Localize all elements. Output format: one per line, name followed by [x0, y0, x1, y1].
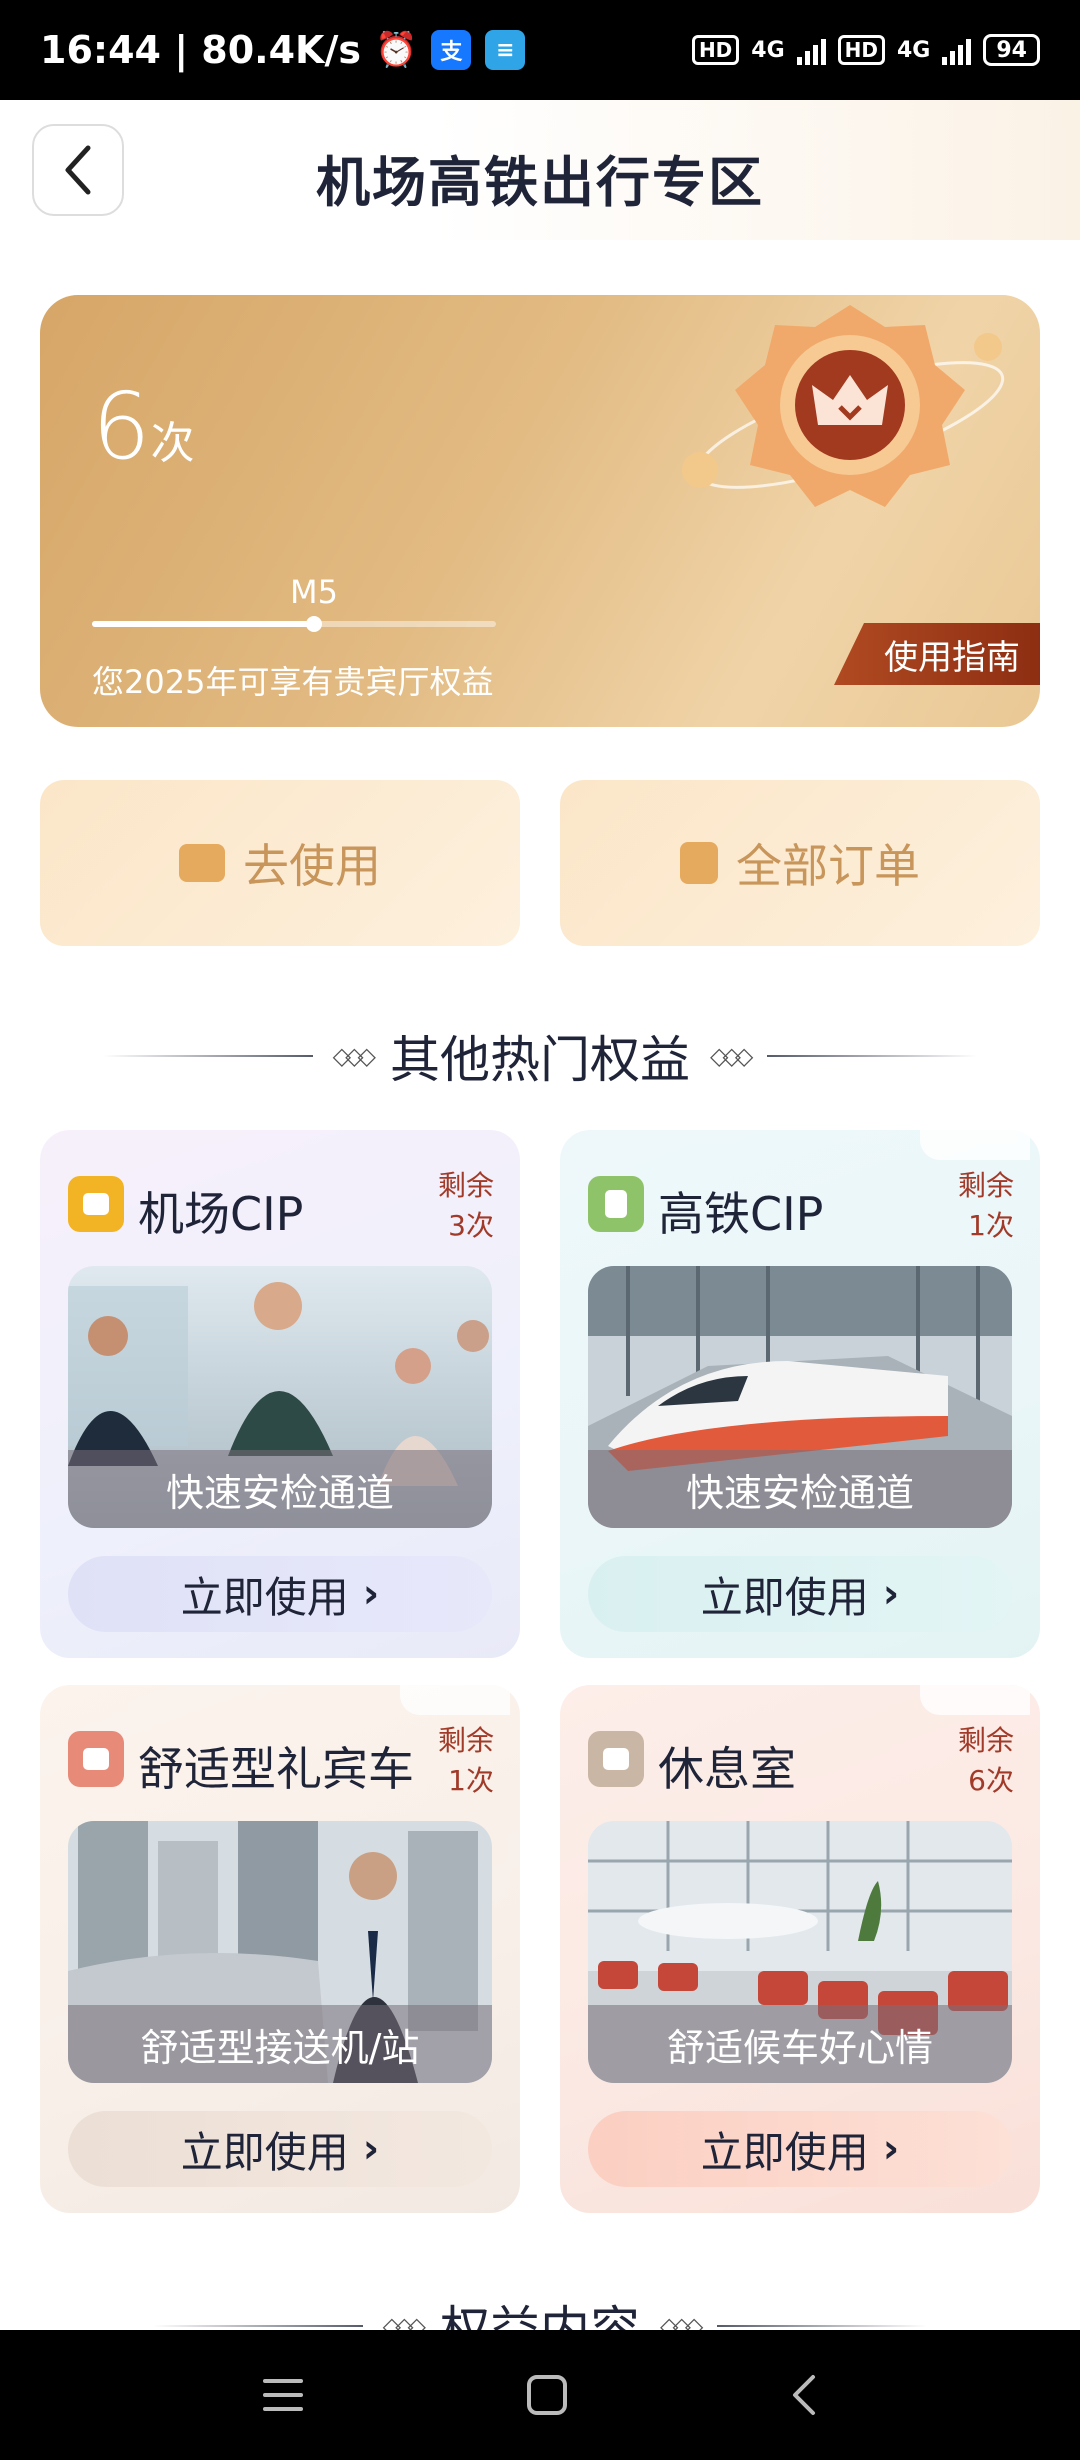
benefit-title: 机场CIP	[138, 1187, 304, 1241]
card-corner-tab	[400, 1685, 510, 1715]
remaining-label: 剩余	[437, 1724, 494, 1757]
benefit-caption: 舒适候车好心情	[588, 2005, 1012, 2083]
use-now-label: 立即使用	[700, 2127, 869, 2177]
divider-line	[767, 1055, 978, 1057]
diamond-ornament-icon: ◇◇◇	[332, 1042, 376, 1070]
level-progress-fill	[92, 621, 315, 627]
use-now-button[interactable]: 立即使用 ›	[588, 1556, 1012, 1632]
remaining-count: 6次	[968, 1764, 1014, 1797]
status-time-speed: 16:44 | 80.4K/s	[40, 28, 361, 72]
bus-icon	[68, 1731, 124, 1787]
use-now-label: 立即使用	[700, 1572, 869, 1622]
signal-icon-2	[942, 35, 972, 65]
remaining-badge: 剩余 3次	[438, 1166, 494, 1246]
status-bar: 16:44 | 80.4K/s ⏰ 支 ≡ HD 4G HD 4G 94	[0, 0, 1080, 100]
train-icon	[588, 1176, 644, 1232]
level-progress-track	[92, 616, 496, 632]
network-label-2: 4G	[897, 37, 931, 63]
hd-badge: HD	[691, 35, 740, 65]
all-orders-label: 全部订单	[736, 839, 920, 893]
page-title: 机场高铁出行专区	[316, 151, 764, 214]
crown-medal-icon	[682, 305, 1005, 507]
benefit-caption: 快速安检通道	[588, 1450, 1012, 1528]
battery-indicator: 94	[983, 34, 1040, 66]
notes-app-icon: ≡	[485, 30, 526, 70]
benefit-caption: 舒适型接送机/站	[68, 2005, 492, 2083]
benefit-title: 舒适型礼宾车	[138, 1742, 414, 1796]
remaining-count: 3次	[448, 1209, 494, 1242]
count-number: 6	[92, 373, 151, 480]
benefit-card-limo[interactable]: 舒适型礼宾车 剩余 1次 舒适型接送机/站 立即使用 ›	[40, 1685, 520, 2213]
usage-guide-button[interactable]: 使用指南	[834, 623, 1040, 685]
system-navigation-bar	[0, 2330, 1080, 2460]
menu-icon[interactable]	[261, 2375, 305, 2415]
business-people-photo: 快速安检通道	[68, 1266, 492, 1528]
divider-line	[717, 2325, 928, 2327]
ticket-icon	[179, 844, 225, 882]
remaining-badge: 剩余 6次	[958, 1721, 1014, 1801]
remaining-count: 1次	[448, 1764, 494, 1797]
remaining-label: 剩余	[957, 1169, 1014, 1202]
chauffeur-car-photo: 舒适型接送机/站	[68, 1821, 492, 2083]
page-header: 机场高铁出行专区	[0, 100, 1080, 240]
benefit-card-rail-cip[interactable]: 高铁CIP 剩余 1次 快速安检通道 立即使用 ›	[560, 1130, 1040, 1658]
benefit-title: 高铁CIP	[658, 1187, 824, 1241]
alipay-app-icon: 支	[431, 30, 472, 70]
divider-line	[102, 1055, 313, 1057]
alarm-icon: ⏰	[375, 30, 418, 70]
level-progress-marker	[306, 616, 323, 632]
use-now-button[interactable]: 立即使用 ›	[68, 2111, 492, 2187]
remaining-label: 剩余	[437, 1169, 494, 1202]
card-corner-tab	[920, 1130, 1030, 1160]
bullet-train-photo: 快速安检通道	[588, 1266, 1012, 1528]
membership-card: 6次 M5 您2025年可享有贵宾厅权益 使用指南	[40, 295, 1040, 727]
benefit-caption: 快速安检通道	[68, 1450, 492, 1528]
go-use-label: 去使用	[243, 839, 381, 893]
use-now-label: 立即使用	[180, 2127, 349, 2177]
hot-benefits-heading: ◇◇◇ 其他热门权益 ◇◇◇	[0, 1020, 1080, 1092]
order-list-icon	[680, 842, 718, 884]
hd-badge-2: HD	[837, 35, 885, 65]
diamond-ornament-icon: ◇◇◇	[710, 1042, 753, 1070]
benefit-card-airport-cip[interactable]: 机场CIP 剩余 3次 快速安检通道 立即使用 ›	[40, 1130, 520, 1658]
car-icon	[588, 1731, 644, 1787]
level-label: M5	[290, 573, 338, 611]
card-corner-tab	[920, 1685, 1030, 1715]
use-now-button[interactable]: 立即使用 ›	[68, 1556, 492, 1632]
back-nav-icon[interactable]	[789, 2373, 819, 2417]
benefit-card-lounge[interactable]: 休息室 剩余 6次 舒适候车好心情 立即使用 ›	[560, 1685, 1040, 2213]
go-use-button[interactable]: 去使用	[40, 780, 520, 946]
home-icon[interactable]	[525, 2373, 569, 2417]
chevron-right-icon: ›	[362, 1571, 380, 1617]
chevron-right-icon: ›	[362, 2126, 380, 2172]
use-now-button[interactable]: 立即使用 ›	[588, 2111, 1012, 2187]
remaining-label: 剩余	[957, 1724, 1014, 1757]
hot-benefits-title: 其他热门权益	[390, 1031, 690, 1089]
remaining-badge: 剩余 1次	[438, 1721, 494, 1801]
benefit-title: 休息室	[658, 1742, 796, 1796]
waiting-hall-photo: 舒适候车好心情	[588, 1821, 1012, 2083]
remaining-badge: 剩余 1次	[958, 1166, 1014, 1246]
divider-line	[152, 2325, 363, 2327]
remaining-count: 6次	[92, 373, 195, 480]
seat-icon	[68, 1176, 124, 1232]
benefit-subtitle: 您2025年可享有贵宾厅权益	[92, 663, 494, 701]
chevron-right-icon: ›	[882, 1571, 900, 1617]
count-unit: 次	[150, 418, 195, 469]
network-label: 4G	[751, 37, 785, 63]
all-orders-button[interactable]: 全部订单	[560, 780, 1040, 946]
signal-icon	[796, 35, 826, 65]
chevron-right-icon: ›	[882, 2126, 900, 2172]
use-now-label: 立即使用	[180, 1572, 349, 1622]
remaining-count: 1次	[968, 1209, 1014, 1242]
